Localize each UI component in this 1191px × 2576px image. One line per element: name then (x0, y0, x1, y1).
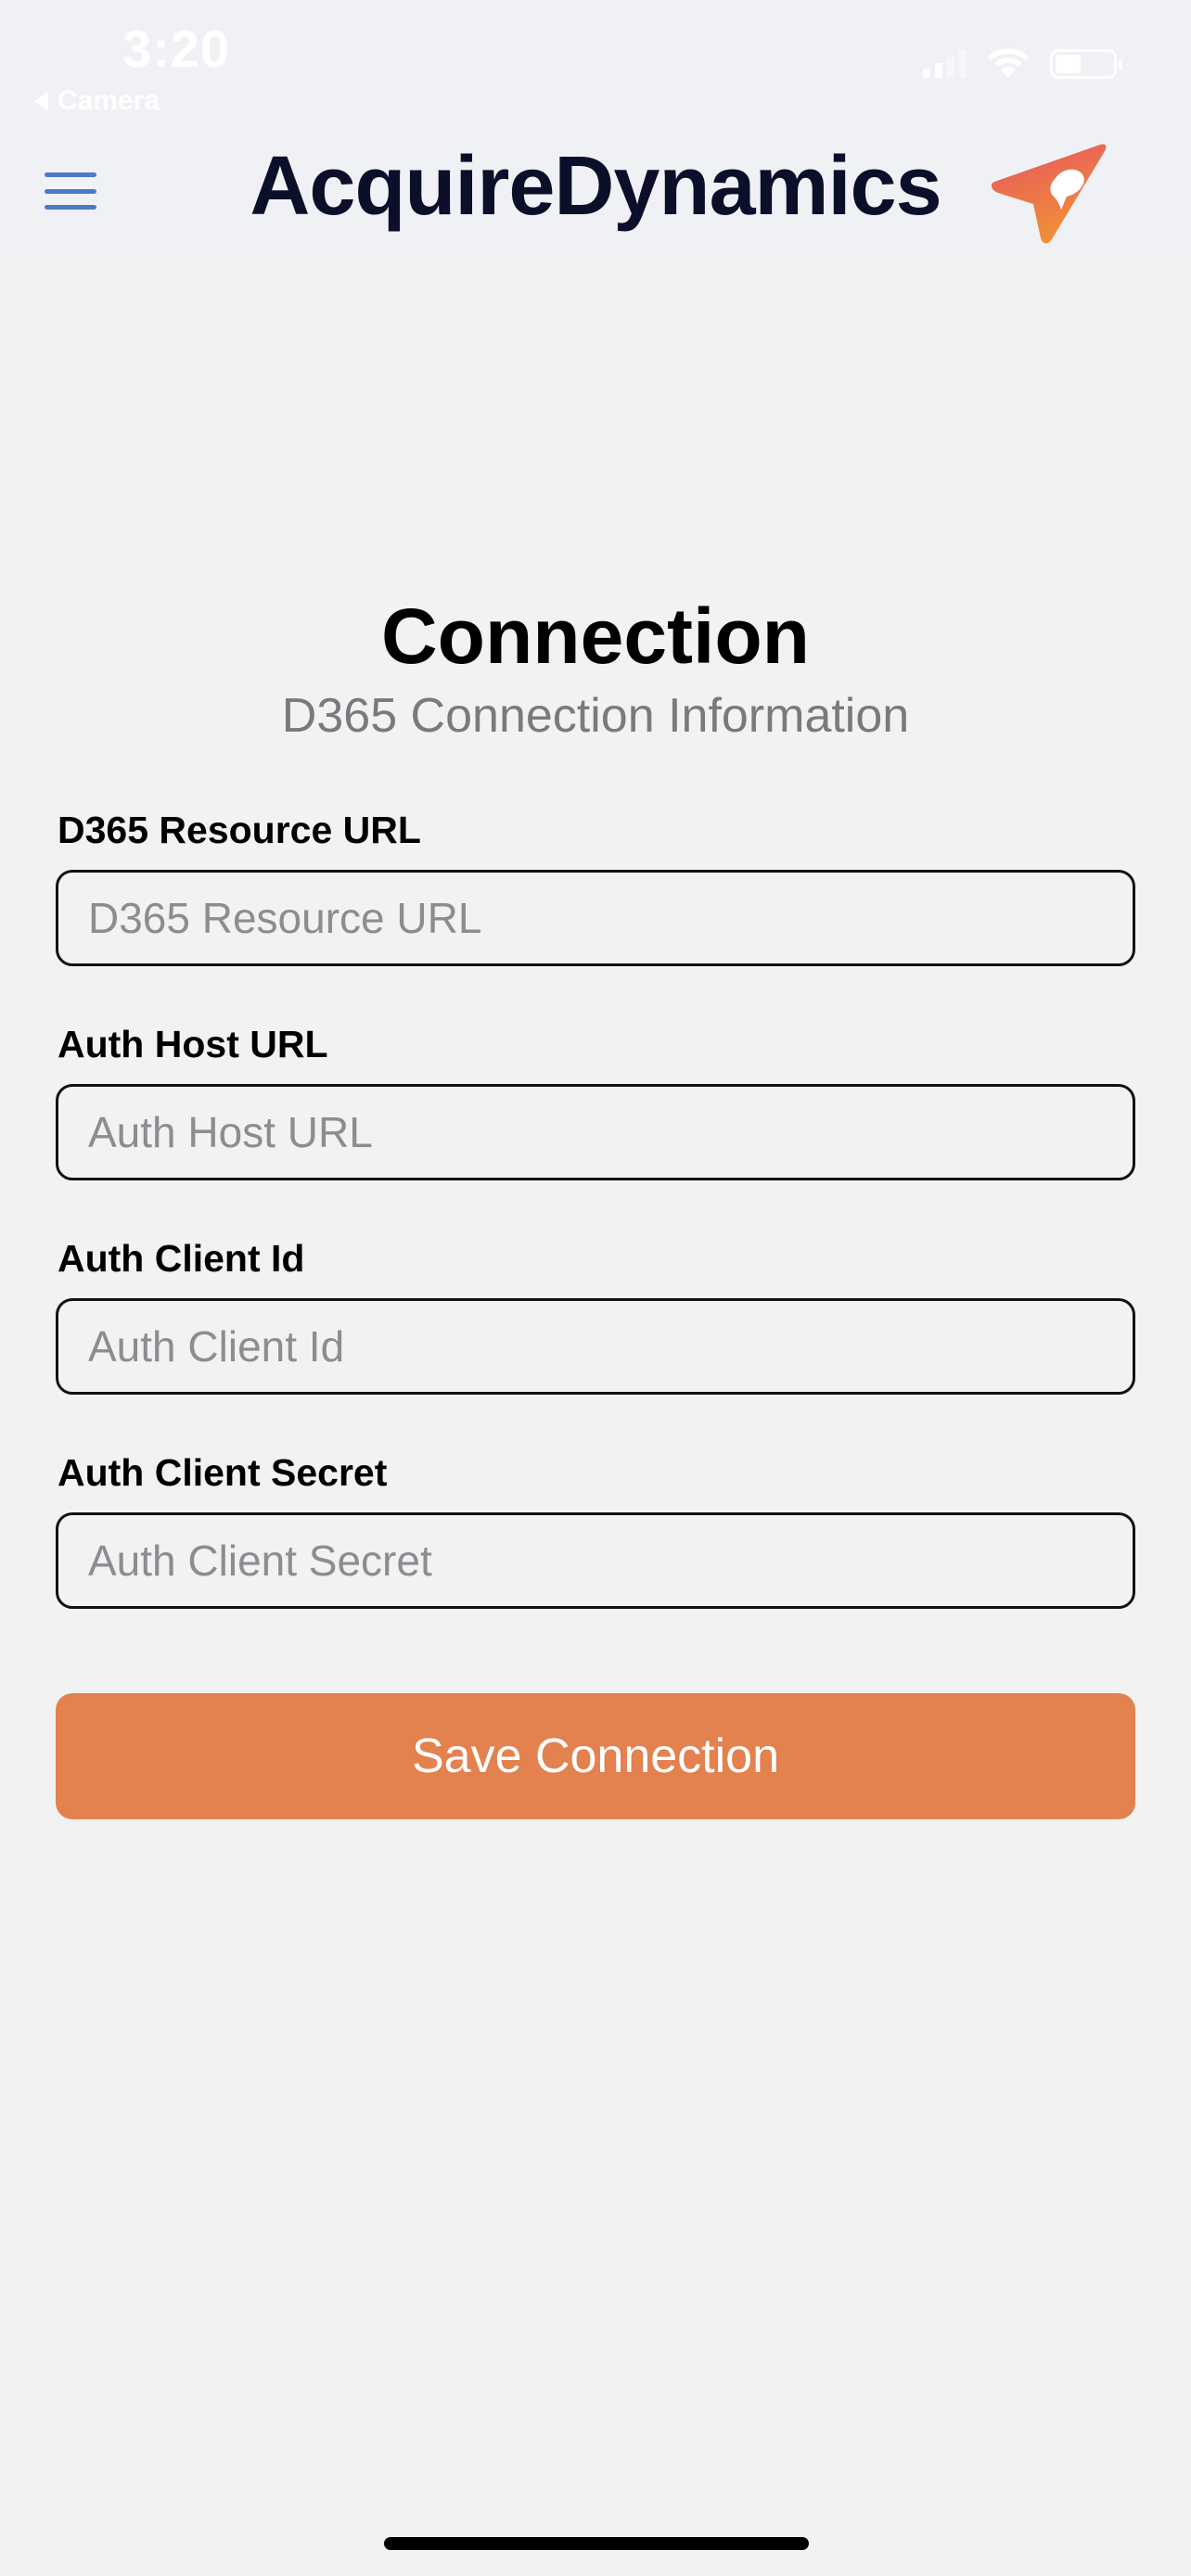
back-label: Camera (58, 85, 160, 116)
home-indicator[interactable] (384, 2537, 809, 2550)
paper-plane-pin-logo-icon[interactable] (991, 139, 1108, 247)
save-connection-button[interactable]: Save Connection (56, 1693, 1135, 1819)
d365-resource-url-label: D365 Resource URL (58, 809, 421, 851)
auth-host-url-input[interactable] (56, 1084, 1135, 1180)
header: 3:20 Camera AcquireDynamics (0, 0, 1191, 250)
auth-client-secret-label: Auth Client Secret (58, 1451, 388, 1494)
auth-host-url-label: Auth Host URL (58, 1023, 328, 1065)
screen: 3:20 Camera AcquireDynamics Connection D… (0, 0, 1191, 2576)
back-arrow-icon (33, 92, 48, 110)
status-time: 3:20 (122, 19, 231, 78)
status-indicators (923, 48, 1122, 80)
auth-client-id-input[interactable] (56, 1298, 1135, 1395)
auth-client-id-label: Auth Client Id (58, 1237, 305, 1280)
battery-icon (1050, 49, 1122, 79)
cellular-signal-icon (923, 50, 967, 78)
wifi-icon (988, 48, 1029, 78)
battery-level (1056, 55, 1081, 73)
d365-resource-url-input[interactable] (56, 870, 1135, 966)
back-to-camera-link[interactable]: Camera (33, 85, 160, 117)
page-title: Connection (381, 593, 810, 680)
auth-client-secret-input[interactable] (56, 1512, 1135, 1609)
page-subtitle: D365 Connection Information (281, 689, 910, 743)
